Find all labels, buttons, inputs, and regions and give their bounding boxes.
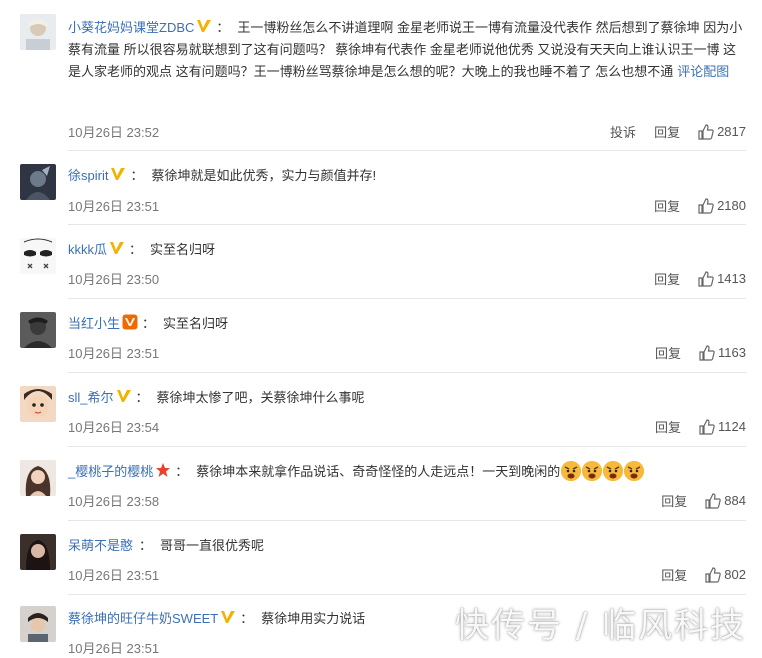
comment-meta: 10月26日 23:51 回复 1163 — [68, 343, 746, 363]
thumbs-up-icon — [705, 566, 722, 583]
username-link[interactable]: 呆萌不是憨 — [68, 538, 133, 553]
divider — [68, 372, 746, 373]
like-button[interactable]: 1413 — [698, 270, 746, 287]
like-button[interactable]: 1163 — [699, 344, 746, 361]
like-count: 802 — [724, 567, 746, 582]
username-link[interactable]: sll_希尔 — [68, 390, 114, 405]
username-link[interactable]: 徐spirit — [68, 168, 108, 183]
comment-body: 当红小生：实至名归呀 — [68, 314, 229, 331]
reply-button[interactable]: 回复 — [654, 269, 680, 288]
like-button[interactable]: 1124 — [699, 418, 746, 435]
comment-body: kkkk瓜：实至名归呀 — [68, 240, 216, 257]
divider — [68, 224, 746, 225]
angry-face-emoji-icon — [561, 461, 582, 481]
like-count: 1413 — [717, 271, 746, 286]
reply-button[interactable]: 回复 — [661, 491, 687, 510]
like-button[interactable]: 2817 — [698, 123, 746, 140]
star-badge-icon — [155, 462, 171, 478]
comment-body: _樱桃子的樱桃：蔡徐坤本来就拿作品说话、奇奇怪怪的人走远点！一天到晚闲的 — [68, 461, 748, 483]
thumbs-up-icon — [698, 197, 714, 214]
angry-face-emoji-icon — [603, 461, 624, 481]
divider — [68, 298, 746, 299]
comment-text: 蔡徐坤用实力说话 — [261, 611, 366, 626]
avatar[interactable] — [20, 164, 56, 200]
verified-badge-icon — [116, 388, 132, 404]
comment-meta: 10月26日 23:51 回复 2180 — [68, 196, 746, 216]
reply-button[interactable]: 回复 — [654, 196, 680, 215]
comment-text: 实至名归呀 — [163, 316, 229, 331]
comment-body: 呆萌不是憨：哥哥一直很优秀呢 — [68, 538, 265, 553]
thumbs-up-icon — [705, 492, 722, 509]
comment-meta: 10月26日 23:52 投诉 回复 2817 — [68, 122, 746, 142]
avatar[interactable] — [20, 14, 56, 50]
comment-meta: 10月26日 23:54 回复 1124 — [68, 417, 746, 437]
comment-text: 蔡徐坤太惨了吧，关蔡徐坤什么事呢 — [156, 390, 365, 405]
thumbs-up-icon — [698, 270, 714, 287]
comment-body: 徐spirit：蔡徐坤就是如此优秀，实力与颜值并存! — [68, 166, 377, 183]
reply-button[interactable]: 回复 — [655, 417, 681, 436]
divider — [68, 520, 746, 521]
angry-face-emoji-icon — [624, 461, 645, 481]
comment-text: 哥哥一直很优秀呢 — [160, 538, 265, 553]
like-button[interactable]: 802 — [705, 566, 746, 583]
divider — [68, 594, 746, 595]
username-link[interactable]: 小葵花妈妈课堂ZDBC — [68, 20, 194, 35]
like-count: 2180 — [717, 198, 746, 213]
divider — [68, 446, 746, 447]
thumbs-up-icon — [699, 418, 715, 435]
comment-time: 10月26日 23:52 — [68, 125, 160, 140]
comment-time: 10月26日 23:51 — [68, 346, 160, 361]
comment-body: sll_希尔：蔡徐坤太惨了吧，关蔡徐坤什么事呢 — [68, 388, 365, 405]
like-button[interactable]: 2180 — [698, 197, 746, 214]
like-count: 884 — [724, 493, 746, 508]
comment-meta: 10月26日 23:50 回复 1413 — [68, 269, 746, 289]
watermark-text: 快传号 / 临风科技 — [455, 606, 747, 646]
username-link[interactable]: _樱桃子的樱桃 — [68, 464, 153, 479]
comment-time: 10月26日 23:54 — [68, 420, 160, 435]
username-link[interactable]: 当红小生 — [68, 316, 120, 331]
avatar[interactable] — [20, 238, 56, 274]
divider — [68, 150, 746, 151]
comment-text: 蔡徐坤本来就拿作品说话、奇奇怪怪的人走远点！一天到晚闲的 — [196, 464, 561, 479]
like-button[interactable]: 884 — [705, 492, 746, 509]
username-link[interactable]: 蔡徐坤的旺仔牛奶SWEET — [68, 611, 218, 626]
angry-face-emoji-icon — [582, 461, 603, 481]
like-count: 2817 — [717, 124, 746, 139]
verified-badge-icon — [196, 18, 212, 34]
comment-meta: 10月26日 23:58 回复 884 — [68, 491, 746, 511]
comment-image-link[interactable]: 评论配图 — [677, 64, 729, 79]
avatar[interactable] — [20, 386, 56, 422]
comment-time: 10月26日 23:51 — [68, 641, 160, 656]
comment-time: 10月26日 23:50 — [68, 272, 160, 287]
thumbs-up-icon — [698, 123, 714, 140]
like-count: 1124 — [718, 419, 746, 434]
avatar[interactable] — [20, 312, 56, 348]
verified-badge-icon — [220, 609, 236, 625]
avatar[interactable] — [20, 460, 56, 496]
reply-button[interactable]: 回复 — [661, 565, 687, 584]
comment-time: 10月26日 23:51 — [68, 568, 160, 583]
verified-badge-icon — [122, 314, 138, 330]
avatar[interactable] — [20, 534, 56, 570]
reply-button[interactable]: 回复 — [654, 122, 680, 141]
comment-text: 实至名归呀 — [150, 242, 216, 257]
comment-text: 蔡徐坤就是如此优秀，实力与颜值并存! — [151, 168, 377, 183]
verified-badge-icon — [109, 240, 125, 256]
comment-time: 10月26日 23:58 — [68, 494, 160, 509]
like-count: 1163 — [718, 345, 746, 360]
comment-time: 10月26日 23:51 — [68, 199, 160, 214]
thumbs-up-icon — [699, 344, 715, 361]
avatar[interactable] — [20, 606, 56, 642]
comment-body: 小葵花妈妈课堂ZDBC：王一博粉丝怎么不讲道理啊 金星老师说王一博有流量没代表作… — [68, 18, 743, 79]
verified-badge-icon — [110, 166, 126, 182]
username-link[interactable]: kkkk瓜 — [68, 242, 107, 257]
comment-meta: 10月26日 23:51 回复 802 — [68, 565, 746, 585]
report-button[interactable]: 投诉 — [610, 122, 636, 141]
reply-button[interactable]: 回复 — [655, 343, 681, 362]
